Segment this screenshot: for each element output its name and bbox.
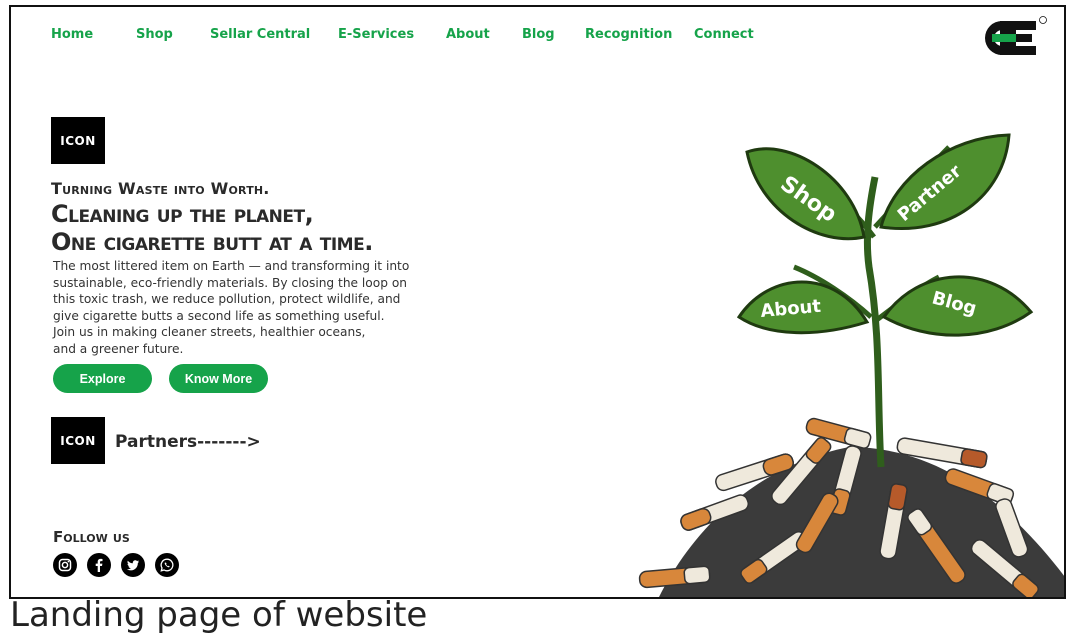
landing-page-frame: Home Shop Sellar Central E-Services Abou… (9, 5, 1066, 599)
nav-home[interactable]: Home (51, 27, 93, 42)
hero-description: The most littered item on Earth — and tr… (53, 258, 425, 357)
description-line: The most littered item on Earth — and tr… (53, 259, 410, 273)
hero-headline-line1: Cleaning up the planet, (51, 200, 314, 228)
hero-tagline: Turning Waste into Worth. (51, 179, 270, 198)
nav-shop[interactable]: Shop (136, 27, 173, 42)
nav-blog[interactable]: Blog (522, 27, 555, 42)
nav-connect[interactable]: Connect (694, 27, 754, 42)
nav-recognition[interactable]: Recognition (585, 27, 672, 42)
hero-headline: Cleaning up the planet, One cigarette bu… (51, 200, 373, 256)
partners-link[interactable]: Partners-------> (115, 432, 261, 452)
facebook-icon[interactable] (87, 553, 111, 577)
description-line: this toxic trash, we reduce pollution, p… (53, 292, 401, 306)
follow-us-label: Follow us (53, 528, 130, 546)
nav-about[interactable]: About (446, 27, 490, 42)
know-more-button[interactable]: Know More (169, 364, 268, 393)
partners-icon-placeholder: ICON (51, 417, 105, 464)
description-line: give cigarette butts a second life as so… (53, 308, 385, 323)
description-line: Join us in making cleaner streets, healt… (53, 325, 366, 339)
description-line: and a greener future. (53, 341, 184, 356)
instagram-icon[interactable] (53, 553, 77, 577)
image-caption: Landing page of website (10, 595, 428, 635)
nav-e-services[interactable]: E-Services (338, 27, 414, 42)
brand-logo[interactable] (974, 15, 1048, 61)
ce-logo-icon (985, 16, 1047, 55)
explore-button[interactable]: Explore (53, 364, 152, 393)
hero-headline-line2: One cigarette butt at a time. (51, 228, 373, 256)
description-line: sustainable, eco-friendly materials. By … (53, 275, 408, 290)
sprout-cigarette-illustration: Shop Partner About Blog (638, 133, 1064, 597)
whatsapp-icon[interactable] (155, 553, 179, 577)
nav-seller-central[interactable]: Sellar Central (210, 27, 310, 42)
hero-icon-placeholder: ICON (51, 117, 105, 164)
twitter-icon[interactable] (121, 553, 145, 577)
